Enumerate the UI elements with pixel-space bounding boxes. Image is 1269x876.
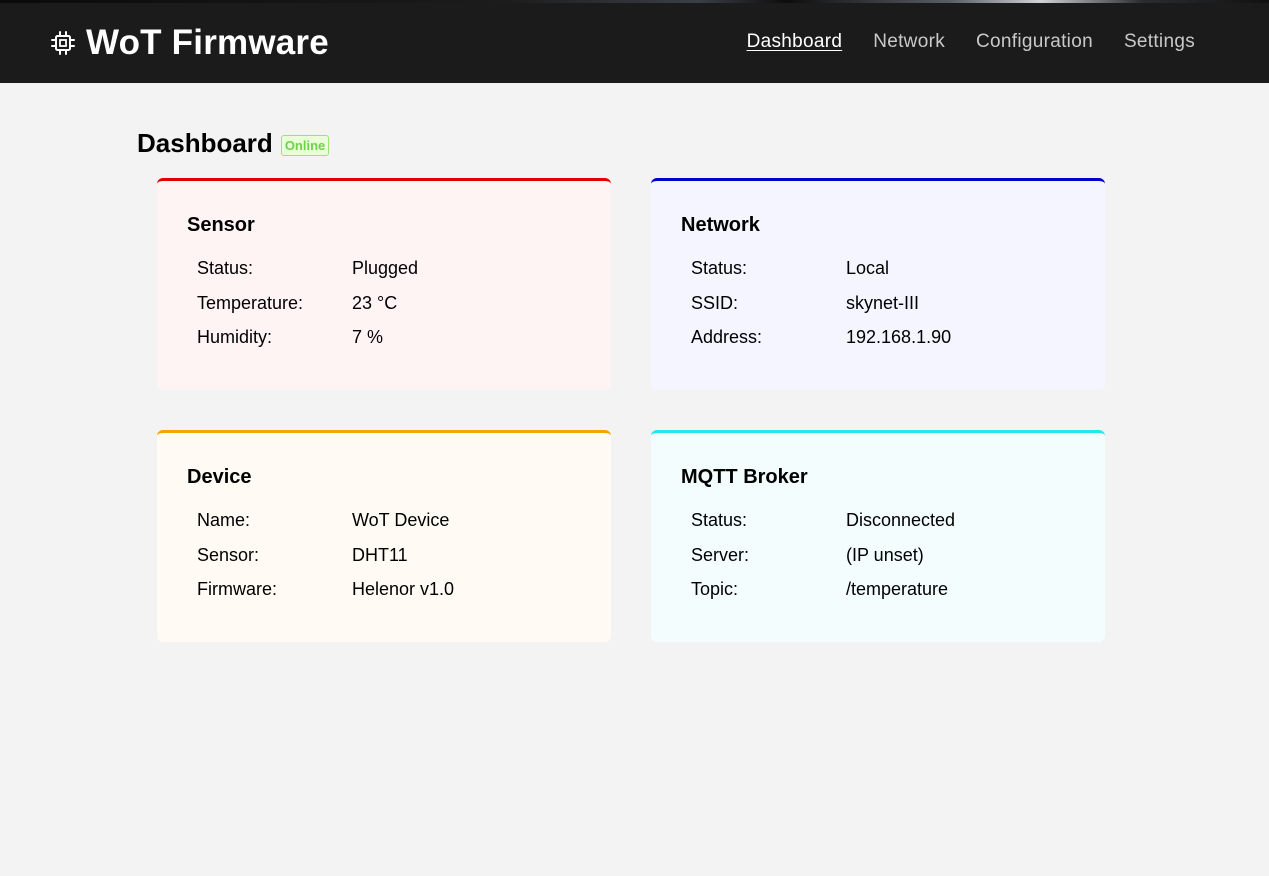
sensor-humidity-row: Humidity: 7 % xyxy=(197,327,418,362)
mqtt-status-row: Status: Disconnected xyxy=(691,510,955,545)
row-value: WoT Device xyxy=(352,510,450,530)
sensor-card-rows: Status: Plugged Temperature: 23 °C Humid… xyxy=(197,258,418,362)
device-sensor-row: Sensor: DHT11 xyxy=(197,545,454,580)
main-nav: Dashboard Network Configuration Settings xyxy=(747,31,1195,53)
row-label: Name: xyxy=(197,510,251,530)
device-card-rows: Name: WoT Device Sensor: DHT11 Firmware:… xyxy=(197,510,454,614)
nav-settings[interactable]: Settings xyxy=(1124,31,1195,53)
row-label: Server: xyxy=(691,544,750,565)
nav-network[interactable]: Network xyxy=(873,31,945,53)
row-value: Plugged xyxy=(352,258,419,278)
network-card-rows: Status: Local SSID: skynet-III Address: … xyxy=(691,258,951,362)
sensor-temperature-row: Temperature: 23 °C xyxy=(197,293,418,328)
row-value: DHT11 xyxy=(352,544,408,565)
device-name-row: Name: WoT Device xyxy=(197,510,454,545)
page-heading: Dashboard Online xyxy=(137,128,330,159)
row-label: Humidity: xyxy=(197,327,273,347)
sensor-card: Sensor Status: Plugged Temperature: 23 °… xyxy=(157,178,611,390)
row-value: /temperature xyxy=(846,579,949,599)
row-label: Address: xyxy=(691,327,763,347)
row-label: Temperature: xyxy=(197,292,304,313)
row-value: 192.168.1.90 xyxy=(846,327,952,347)
network-card-title: Network xyxy=(681,214,760,236)
network-address-row: Address: 192.168.1.90 xyxy=(691,327,951,362)
row-label: SSID: xyxy=(691,292,739,313)
row-label: Sensor: xyxy=(197,544,260,565)
status-badge: Online xyxy=(280,134,330,156)
mqtt-topic-row: Topic: /temperature xyxy=(691,579,955,614)
row-value: Local xyxy=(846,258,890,278)
device-firmware-row: Firmware: Helenor v1.0 xyxy=(197,579,454,614)
top-navbar: WoT Firmware Dashboard Network Configura… xyxy=(0,3,1269,83)
row-label: Firmware: xyxy=(197,579,277,599)
sensor-card-title: Sensor xyxy=(187,214,255,236)
row-label: Status: xyxy=(691,510,748,530)
row-label: Status: xyxy=(691,258,748,278)
row-value: Helenor v1.0 xyxy=(352,579,455,599)
row-label: Status: xyxy=(197,258,254,278)
nav-dashboard[interactable]: Dashboard xyxy=(747,31,843,53)
device-card-title: Device xyxy=(187,466,252,488)
network-card: Network Status: Local SSID: skynet-III A… xyxy=(651,178,1105,390)
row-value: (IP unset) xyxy=(846,544,924,565)
nav-configuration[interactable]: Configuration xyxy=(976,31,1093,53)
page-title: Dashboard xyxy=(137,128,273,158)
sensor-status-row: Status: Plugged xyxy=(197,258,418,293)
mqtt-card-rows: Status: Disconnected Server: (IP unset) … xyxy=(691,510,955,614)
device-card: Device Name: WoT Device Sensor: DHT11 Fi… xyxy=(157,430,611,642)
network-status-row: Status: Local xyxy=(691,258,951,293)
row-value: 23 °C xyxy=(352,292,398,313)
brand-title: WoT Firmware xyxy=(86,23,329,62)
row-value: Disconnected xyxy=(846,510,956,530)
brand[interactable]: WoT Firmware xyxy=(50,23,329,63)
mqtt-card-title: MQTT Broker xyxy=(681,466,808,488)
row-label: Topic: xyxy=(691,579,739,599)
mqtt-card: MQTT Broker Status: Disconnected Server:… xyxy=(651,430,1105,642)
network-ssid-row: SSID: skynet-III xyxy=(691,293,951,328)
chip-icon xyxy=(51,31,75,55)
mqtt-server-row: Server: (IP unset) xyxy=(691,545,955,580)
row-value: skynet-III xyxy=(846,292,920,313)
row-value: 7 % xyxy=(352,327,384,347)
